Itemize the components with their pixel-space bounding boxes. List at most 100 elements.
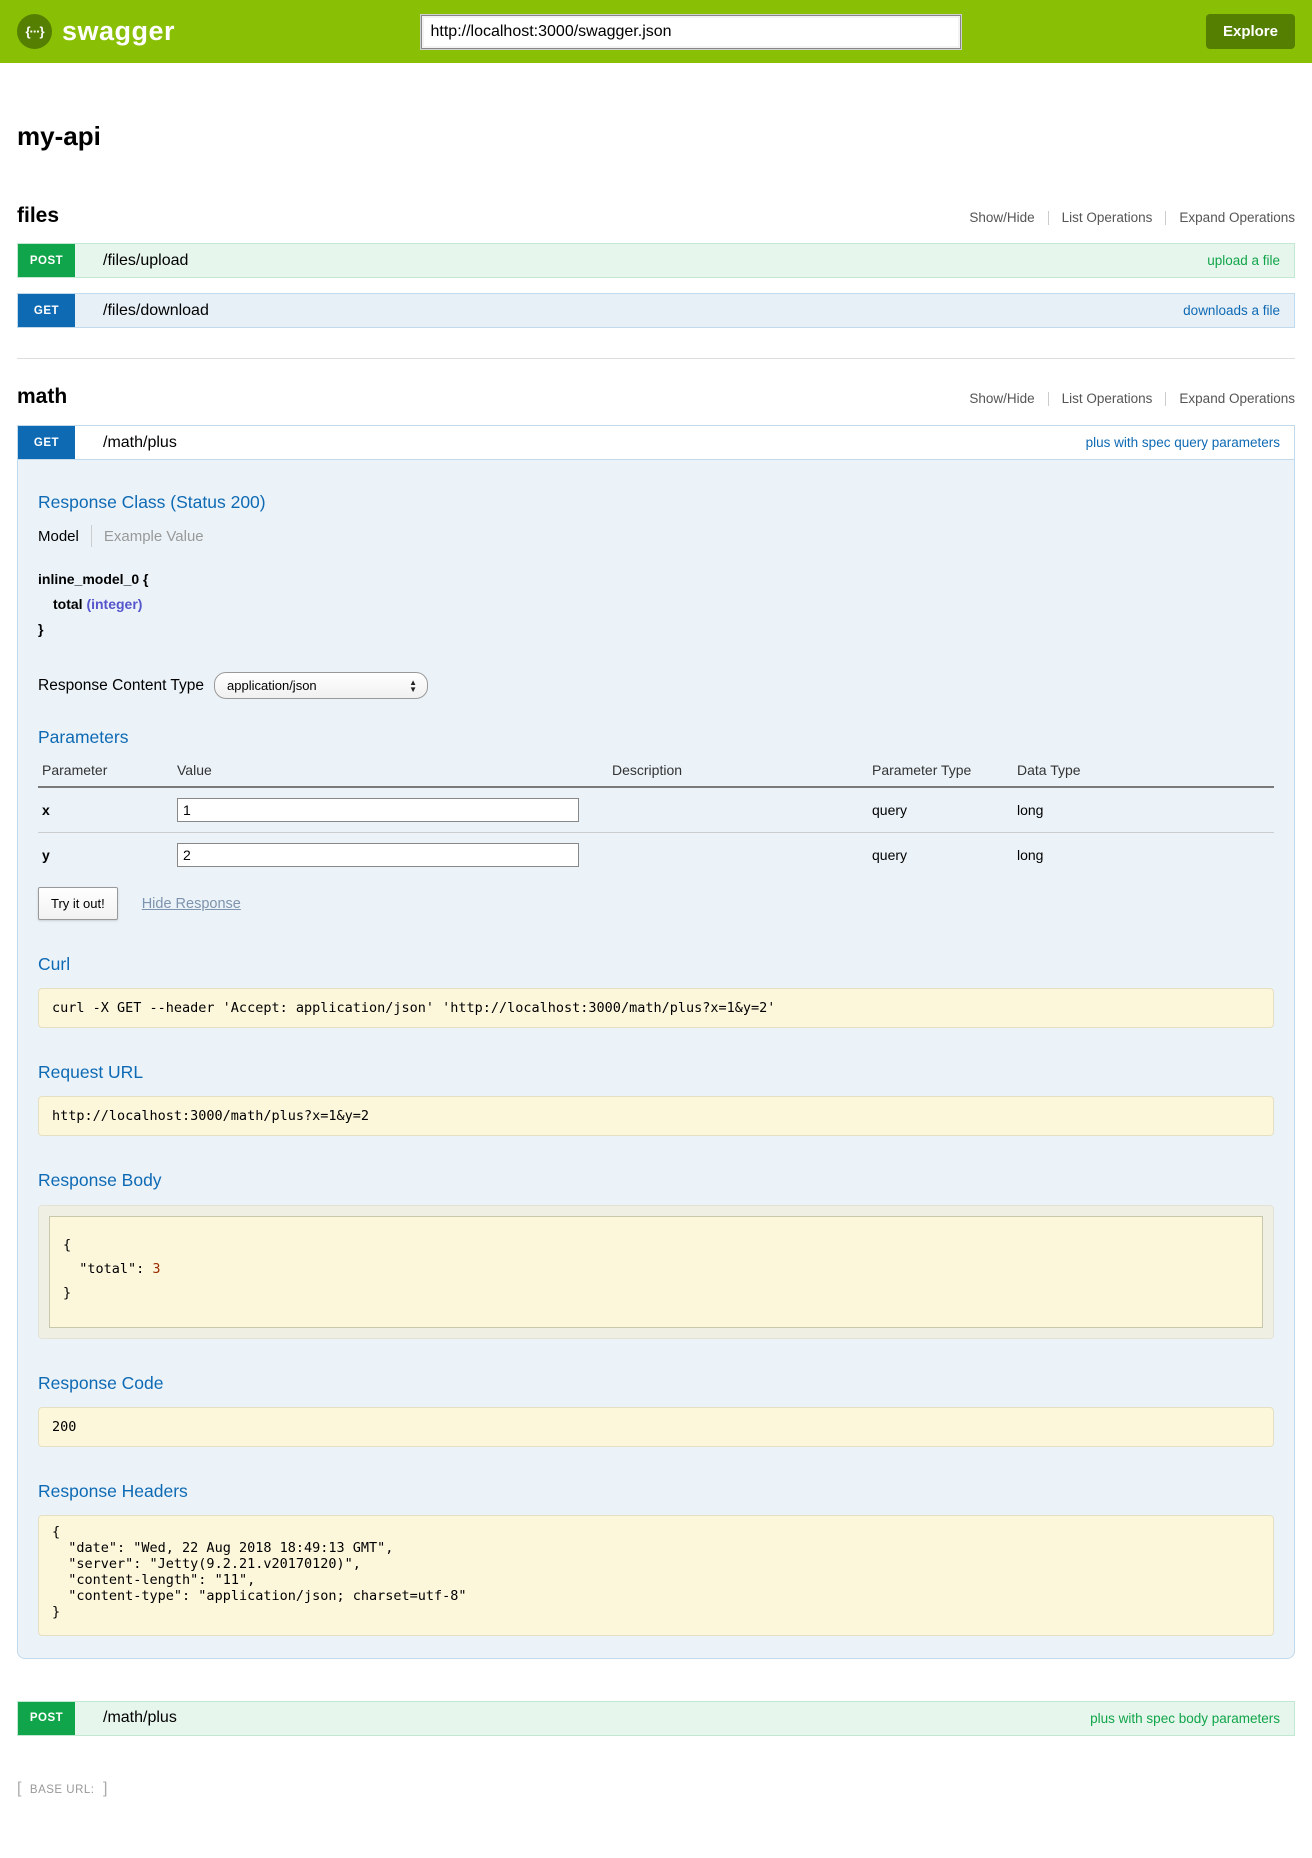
response-content-type-row: Response Content Type application/json ▲… bbox=[38, 672, 1274, 699]
section-divider bbox=[17, 358, 1295, 359]
response-code-value: 200 bbox=[38, 1407, 1274, 1447]
response-headers-json: { "date": "Wed, 22 Aug 2018 18:49:13 GMT… bbox=[38, 1515, 1274, 1636]
swagger-logo-icon: {···} bbox=[17, 14, 52, 49]
property-type: (integer) bbox=[86, 596, 142, 612]
get-method-badge: GET bbox=[18, 426, 75, 459]
braces-icon: {···} bbox=[25, 24, 43, 39]
json-number-value: 3 bbox=[152, 1261, 160, 1277]
app-header: {···} swagger Explore bbox=[0, 0, 1312, 63]
model-tabs: Model Example Value bbox=[38, 525, 1274, 547]
math-section-header: math Show/Hide List Operations Expand Op… bbox=[17, 385, 1295, 409]
swagger-logo[interactable]: {···} swagger bbox=[17, 14, 175, 49]
col-description: Description bbox=[608, 756, 868, 787]
swagger-logo-text: swagger bbox=[62, 16, 175, 47]
math-section-controls: Show/Hide List Operations Expand Operati… bbox=[969, 391, 1295, 406]
model-signature-close: } bbox=[38, 617, 1274, 642]
col-parameter-type: Parameter Type bbox=[868, 756, 1013, 787]
parameters-heading: Parameters bbox=[38, 727, 1274, 748]
response-headers-heading: Response Headers bbox=[38, 1481, 1274, 1502]
tab-example-value[interactable]: Example Value bbox=[104, 528, 204, 545]
operation-summary-link[interactable]: plus with spec body parameters bbox=[177, 1702, 1294, 1735]
operation-path-link[interactable]: /files/download bbox=[75, 294, 209, 327]
parameter-row-y: y query long bbox=[38, 833, 1274, 878]
parameters-header-row: Parameter Value Description Parameter Ty… bbox=[38, 756, 1274, 787]
separator bbox=[91, 525, 92, 547]
request-url-value: http://localhost:3000/math/plus?x=1&y=2 bbox=[38, 1096, 1274, 1136]
curl-command: curl -X GET --header 'Accept: applicatio… bbox=[38, 988, 1274, 1028]
math-section-title: math bbox=[17, 385, 67, 409]
files-section-title: files bbox=[17, 204, 59, 228]
files-section-controls: Show/Hide List Operations Expand Operati… bbox=[969, 210, 1295, 225]
parameters-table: Parameter Value Description Parameter Ty… bbox=[38, 756, 1274, 877]
response-content-type-label: Response Content Type bbox=[38, 677, 204, 695]
param-type: query bbox=[868, 787, 1013, 833]
page-title: my-api bbox=[17, 121, 1295, 152]
operation-post-files-upload[interactable]: POST /files/upload upload a file bbox=[17, 243, 1295, 278]
col-data-type: Data Type bbox=[1013, 756, 1274, 787]
json-open-brace: { bbox=[63, 1233, 1249, 1257]
response-body-container: { "total": 3} bbox=[38, 1205, 1274, 1339]
operation-get-math-plus[interactable]: GET /math/plus plus with spec query para… bbox=[17, 425, 1295, 460]
bracket-open: [ bbox=[17, 1780, 21, 1797]
selected-content-type: application/json bbox=[227, 678, 409, 693]
param-name: y bbox=[38, 833, 173, 878]
select-arrows-icon: ▲ ▼ bbox=[409, 679, 417, 693]
response-content-type-select[interactable]: application/json ▲ ▼ bbox=[214, 672, 428, 699]
try-row: Try it out! Hide Response bbox=[38, 887, 1274, 920]
operation-path-link[interactable]: /math/plus bbox=[75, 426, 177, 459]
param-data-type: long bbox=[1013, 833, 1274, 878]
operation-summary-link[interactable]: plus with spec query parameters bbox=[177, 426, 1294, 459]
param-type: query bbox=[868, 833, 1013, 878]
list-operations-link[interactable]: List Operations bbox=[1062, 210, 1153, 225]
response-class-heading: Response Class (Status 200) bbox=[38, 492, 1274, 513]
hide-response-link[interactable]: Hide Response bbox=[142, 896, 241, 912]
expand-operations-link[interactable]: Expand Operations bbox=[1179, 210, 1295, 225]
param-description bbox=[608, 787, 868, 833]
show-hide-link[interactable]: Show/Hide bbox=[969, 210, 1034, 225]
list-operations-link[interactable]: List Operations bbox=[1062, 391, 1153, 406]
json-close-brace: } bbox=[63, 1281, 1249, 1305]
bracket-close: ] bbox=[103, 1780, 107, 1797]
response-body-heading: Response Body bbox=[38, 1170, 1274, 1191]
operation-summary-link[interactable]: upload a file bbox=[188, 244, 1294, 277]
separator bbox=[1165, 211, 1166, 225]
files-section-header: files Show/Hide List Operations Expand O… bbox=[17, 204, 1295, 228]
operation-path-link[interactable]: /files/upload bbox=[75, 244, 188, 277]
operation-summary-link[interactable]: downloads a file bbox=[209, 294, 1294, 327]
model-signature-open: inline_model_0 { bbox=[38, 567, 1274, 592]
param-y-input[interactable] bbox=[177, 843, 579, 867]
explore-button[interactable]: Explore bbox=[1206, 14, 1295, 49]
parameter-row-x: x query long bbox=[38, 787, 1274, 833]
tab-model[interactable]: Model bbox=[38, 528, 79, 545]
json-key: "total": bbox=[63, 1261, 152, 1277]
separator bbox=[1048, 211, 1049, 225]
curl-heading: Curl bbox=[38, 954, 1274, 975]
base-url-footer: [ BASE URL: ] bbox=[17, 1780, 1295, 1798]
get-method-badge: GET bbox=[18, 294, 75, 327]
post-method-badge: POST bbox=[18, 1702, 75, 1735]
param-description bbox=[608, 833, 868, 878]
response-body-json: { "total": 3} bbox=[49, 1216, 1263, 1328]
param-x-input[interactable] bbox=[177, 798, 579, 822]
model-property: total (integer) bbox=[38, 592, 1274, 617]
try-it-out-button[interactable]: Try it out! bbox=[38, 887, 118, 920]
operation-post-math-plus[interactable]: POST /math/plus plus with spec body para… bbox=[17, 1701, 1295, 1736]
separator bbox=[1048, 392, 1049, 406]
separator bbox=[1165, 392, 1166, 406]
operation-get-files-download[interactable]: GET /files/download downloads a file bbox=[17, 293, 1295, 328]
base-url-label: BASE URL: bbox=[30, 1784, 95, 1796]
spec-url-input[interactable] bbox=[421, 15, 961, 49]
main-content: my-api files Show/Hide List Operations E… bbox=[0, 121, 1312, 1858]
operation-expanded-panel: Response Class (Status 200) Model Exampl… bbox=[17, 460, 1295, 1659]
col-parameter: Parameter bbox=[38, 756, 173, 787]
show-hide-link[interactable]: Show/Hide bbox=[969, 391, 1034, 406]
json-total-line: "total": 3 bbox=[63, 1257, 1249, 1281]
property-name: total bbox=[53, 596, 83, 612]
param-data-type: long bbox=[1013, 787, 1274, 833]
post-method-badge: POST bbox=[18, 244, 75, 277]
col-value: Value bbox=[173, 756, 608, 787]
expand-operations-link[interactable]: Expand Operations bbox=[1179, 391, 1295, 406]
request-url-heading: Request URL bbox=[38, 1062, 1274, 1083]
operation-path-link[interactable]: /math/plus bbox=[75, 1702, 177, 1735]
response-code-heading: Response Code bbox=[38, 1373, 1274, 1394]
